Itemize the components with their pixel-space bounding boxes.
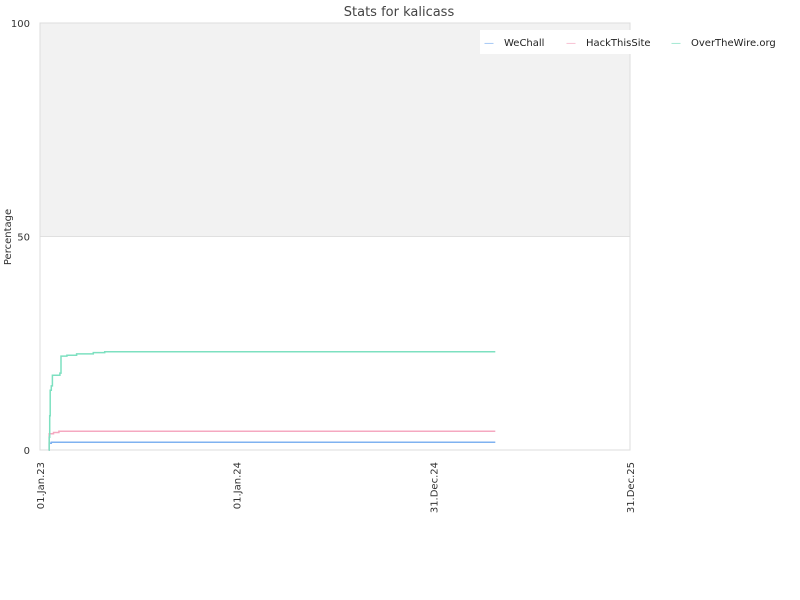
- legend-swatch: —: [566, 38, 576, 49]
- y-tick-label: 50: [17, 233, 30, 244]
- legend-swatch: —: [671, 38, 681, 49]
- x-tick-label: 01.Jan.24: [233, 462, 244, 509]
- chart: Stats for kalicass Percentage 100 50 0 01.…: [3, 5, 780, 513]
- y-tick-label: 0: [24, 446, 30, 457]
- legend-item-wechall[interactable]: WeChall: [504, 38, 544, 49]
- x-tick-label: 31.Dec.24: [429, 462, 440, 513]
- legend[interactable]: — WeChall — HackThisSite — OverTheWire.org: [480, 30, 780, 54]
- x-tick-label: 01.Jan.23: [36, 462, 47, 509]
- upper-band: [40, 23, 630, 237]
- y-tick-label: 100: [11, 19, 30, 30]
- legend-item-hackthissite[interactable]: HackThisSite: [586, 38, 651, 49]
- chart-title: Stats for kalicass: [344, 5, 455, 20]
- x-tick-label: 31.Dec.25: [626, 462, 637, 513]
- x-axis-ticks: 01.Jan.23 01.Jan.24 31.Dec.24 31.Dec.25: [36, 462, 637, 513]
- legend-swatch: —: [484, 38, 494, 49]
- y-axis-title: Percentage: [3, 209, 14, 265]
- legend-item-overthewire-org[interactable]: OverTheWire.org: [691, 38, 776, 49]
